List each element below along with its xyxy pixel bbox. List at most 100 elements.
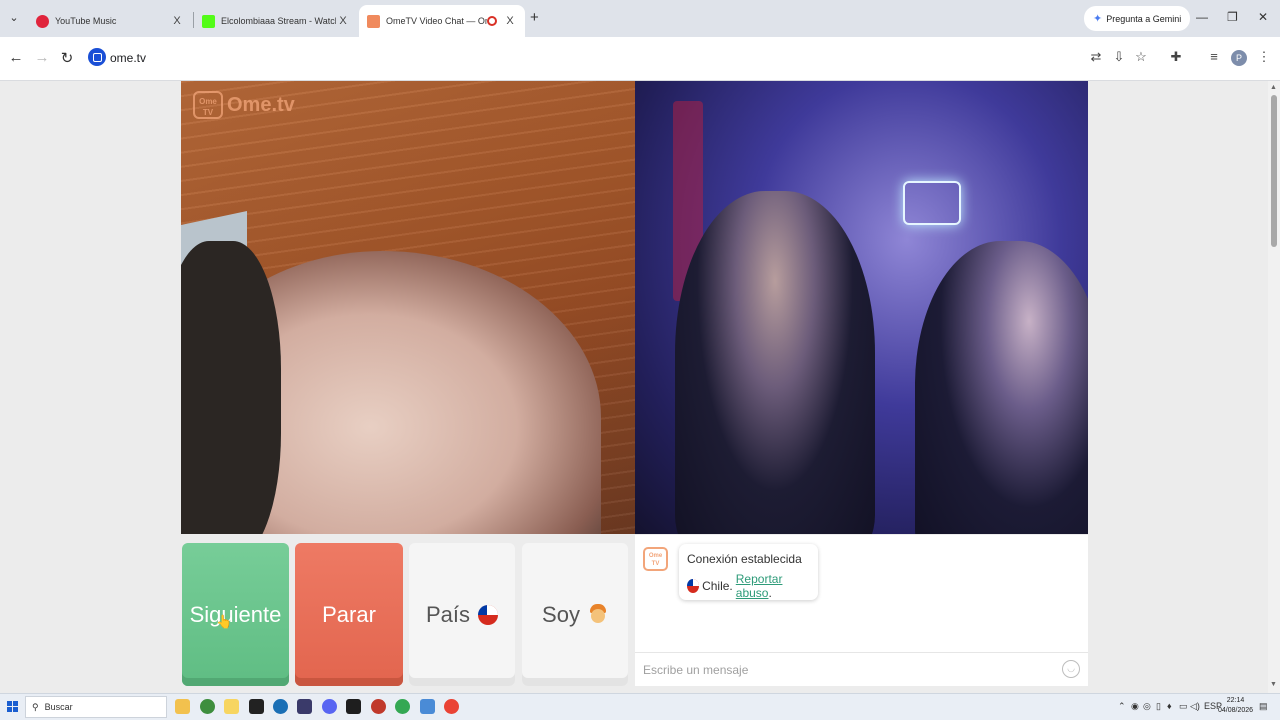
- close-tab-icon[interactable]: X: [503, 15, 517, 27]
- profile-avatar[interactable]: P: [1231, 50, 1247, 66]
- boy-icon: [588, 603, 608, 626]
- page-content: Ome TV Ome.tv Siguiente Parar País Soy 👆…: [0, 81, 1268, 693]
- mouse-pointer-icon: 👆: [216, 614, 233, 629]
- translate-icon[interactable]: ⇄: [1087, 49, 1105, 65]
- app-icon[interactable]: [249, 699, 264, 714]
- remote-video-person: [915, 241, 1088, 534]
- tab-kick-stream[interactable]: Elcolombiaaa Stream - Watch Live on Kick…: [194, 5, 358, 37]
- media-controls-icon[interactable]: ≡: [1205, 49, 1223, 64]
- minimize-icon[interactable]: —: [1196, 10, 1208, 24]
- discord-icon[interactable]: [322, 699, 337, 714]
- ometv-icon: [367, 14, 380, 28]
- tray-app-icon[interactable]: ▯: [1156, 701, 1161, 712]
- tray-app-icon[interactable]: ◉: [1131, 701, 1139, 712]
- next-button-label: Siguiente: [189, 601, 282, 627]
- ometv-logo: Ome TV Ome.tv: [193, 91, 295, 119]
- gemini-icon: ✦: [1093, 13, 1103, 25]
- scroll-down-icon[interactable]: ▼: [1270, 681, 1277, 688]
- bookmark-star-icon[interactable]: ☆: [1132, 49, 1150, 65]
- tab-title: Elcolombiaaa Stream - Watch Live on Kick: [221, 16, 336, 26]
- tab-youtube-music[interactable]: YouTube Music X: [28, 5, 192, 37]
- search-icon: ⚲: [32, 701, 39, 712]
- maximize-icon[interactable]: ❐: [1227, 10, 1238, 24]
- chrome-icon[interactable]: [444, 699, 459, 714]
- browser-toolbar: ← → ↻ ome.tv ⇄ ⇩ ☆ ✚ ≡ P ⋮: [0, 37, 1280, 81]
- clock-date: 04/08/2026: [1218, 707, 1254, 714]
- chile-flag-icon: [687, 579, 700, 593]
- new-tab-button[interactable]: +: [530, 9, 539, 26]
- close-tab-icon[interactable]: X: [336, 15, 350, 27]
- remote-video-neon-sign: [903, 181, 961, 225]
- site-info-icon[interactable]: [88, 48, 106, 66]
- local-video-hair: [181, 241, 281, 534]
- chat-panel: Ome TV Conexión establecida Chile. Repor…: [635, 535, 1088, 686]
- install-app-icon[interactable]: ⇩: [1110, 49, 1128, 65]
- next-button[interactable]: Siguiente: [182, 543, 289, 686]
- report-abuse-link[interactable]: Reportar abuso: [736, 572, 783, 600]
- clock-time: 22:14: [1226, 697, 1245, 704]
- scroll-up-icon[interactable]: ▲: [1270, 84, 1277, 91]
- app-icon[interactable]: [224, 699, 239, 714]
- stop-button[interactable]: Parar: [295, 543, 403, 686]
- tray-overflow-icon[interactable]: ⌃: [1118, 701, 1126, 712]
- tab-search-chevron-icon[interactable]: ⌄: [4, 8, 24, 28]
- chrome-icon[interactable]: [395, 699, 410, 714]
- address-bar[interactable]: ome.tv: [110, 51, 146, 65]
- app-icon[interactable]: [346, 699, 361, 714]
- taskbar-clock[interactable]: 22:14 04/08/2026: [1218, 696, 1253, 716]
- country-button-label: País: [425, 601, 471, 627]
- ometv-logo-text: Ome.tv: [227, 93, 295, 116]
- tray-app-icon[interactable]: ◎: [1143, 701, 1151, 712]
- kick-icon: [202, 14, 215, 28]
- steam-icon[interactable]: [273, 699, 288, 714]
- tab-ometv[interactable]: OmeTV Video Chat — Omegle Random X: [359, 5, 525, 37]
- remote-video-person: [675, 191, 875, 534]
- country-filter-button[interactable]: País: [409, 543, 515, 686]
- microphone-icon[interactable]: ♦: [1167, 701, 1172, 711]
- partner-country-line: Chile. Reportar abuso.: [687, 572, 810, 600]
- gemini-button[interactable]: ✦ Pregunta a Gemini: [1084, 6, 1191, 31]
- gender-button-label: Soy: [542, 601, 580, 627]
- kebab-menu-icon[interactable]: ⋮: [1255, 49, 1273, 65]
- local-video: Ome TV Ome.tv: [181, 81, 635, 534]
- tab-title: YouTube Music: [55, 16, 117, 26]
- connection-status: Conexión establecida: [687, 552, 802, 566]
- page-scrollbar[interactable]: ▲ ▼: [1268, 81, 1280, 693]
- app-icon[interactable]: [297, 699, 312, 714]
- message-input-row: Escribe un mensaje ◡: [635, 652, 1088, 686]
- chile-flag-icon: [478, 604, 499, 625]
- taskbar: ⚲ Buscar ⌃ ◉ ◎ ▯ ♦ ▭ ◁) ESP 22:14 04/08/…: [0, 693, 1280, 720]
- app-icon[interactable]: [420, 699, 435, 714]
- reload-icon[interactable]: ↻: [57, 49, 77, 67]
- youtube-music-icon: [36, 14, 49, 28]
- taskbar-search-label: Buscar: [44, 702, 73, 712]
- notifications-icon[interactable]: ▤: [1259, 701, 1268, 712]
- recording-icon: [487, 16, 497, 26]
- report-suffix: .: [768, 586, 772, 600]
- remote-video: [635, 81, 1088, 534]
- partner-country: Chile.: [702, 579, 733, 593]
- file-explorer-icon[interactable]: [175, 699, 190, 714]
- network-icon[interactable]: ▭: [1179, 701, 1188, 712]
- tab-title: OmeTV Video Chat — Omegle Random: [386, 16, 487, 26]
- scrollbar-thumb[interactable]: [1271, 95, 1277, 247]
- stop-button-label: Parar: [322, 601, 376, 627]
- windows-start-icon[interactable]: [7, 701, 18, 712]
- gender-button[interactable]: Soy: [522, 543, 628, 686]
- close-tab-icon[interactable]: X: [170, 15, 184, 27]
- back-arrow-icon[interactable]: ←: [6, 49, 26, 66]
- app-icon[interactable]: [371, 699, 386, 714]
- tab-strip: ⌄ YouTube Music X Elcolombiaaa Stream - …: [0, 0, 1280, 37]
- volume-icon[interactable]: ◁): [1190, 701, 1200, 712]
- emoji-smile-icon[interactable]: ◡: [1062, 660, 1080, 678]
- gemini-label: Pregunta a Gemini: [1106, 13, 1182, 24]
- ometv-avatar-icon: Ome TV: [643, 547, 668, 571]
- forward-arrow-icon[interactable]: →: [32, 49, 52, 66]
- system-message: Conexión establecida Chile. Reportar abu…: [679, 544, 818, 600]
- ometv-logo-icon: Ome TV: [193, 91, 223, 119]
- message-input[interactable]: Escribe un mensaje: [643, 663, 748, 677]
- app-icon[interactable]: [200, 699, 215, 714]
- taskbar-search[interactable]: ⚲ Buscar: [25, 696, 167, 718]
- extensions-puzzle-icon[interactable]: ✚: [1167, 49, 1185, 65]
- window-close-icon[interactable]: ✕: [1258, 10, 1268, 24]
